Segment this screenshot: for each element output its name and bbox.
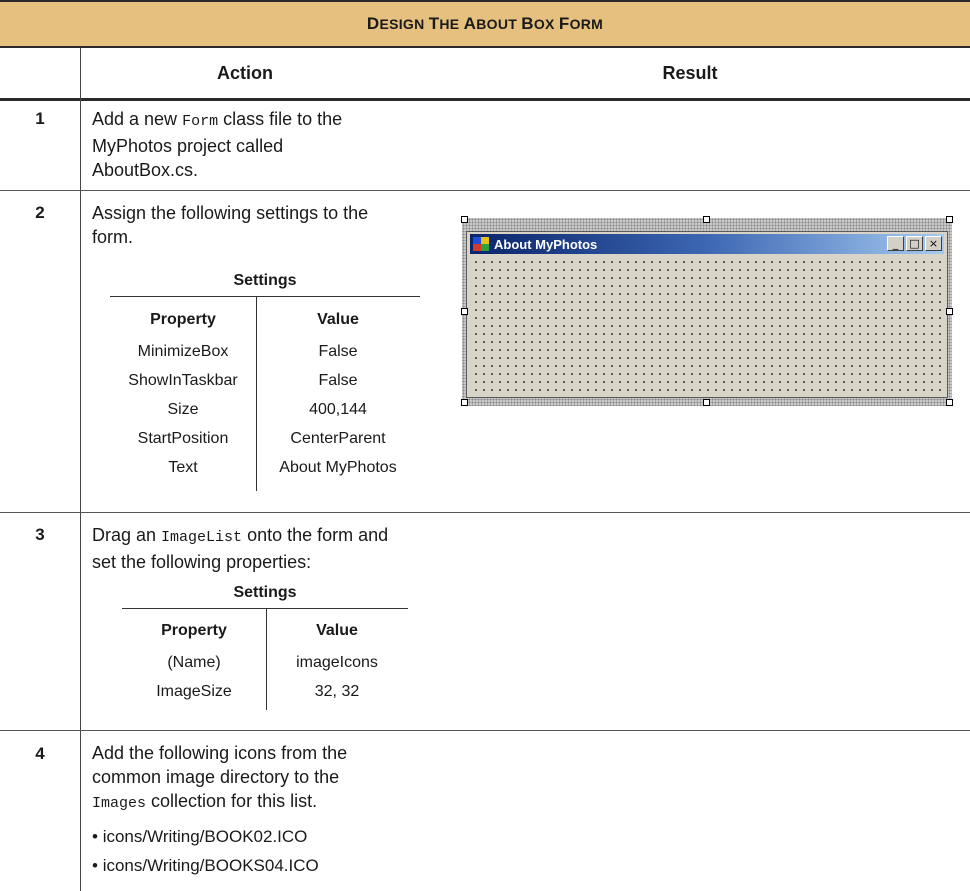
resize-handle-left[interactable] bbox=[461, 308, 468, 315]
step-number-3: 3 bbox=[35, 525, 45, 544]
step-number-2: 2 bbox=[35, 203, 45, 222]
step-3-code: ImageList bbox=[161, 529, 243, 546]
settings-property-cell: ShowInTaskbar bbox=[128, 372, 238, 389]
settings-header-property: Property bbox=[150, 311, 216, 328]
resize-handle-right[interactable] bbox=[946, 308, 953, 315]
settings-property-cell: MinimizeBox bbox=[137, 343, 229, 360]
minimize-icon[interactable]: _ bbox=[887, 236, 904, 251]
column-header-result: Result bbox=[662, 62, 718, 83]
settings-property-cell: StartPosition bbox=[137, 430, 229, 447]
row-rule-1 bbox=[0, 190, 970, 191]
resize-handle-top[interactable] bbox=[703, 216, 710, 223]
form-app-icon bbox=[472, 236, 490, 252]
close-icon[interactable]: × bbox=[925, 236, 942, 251]
settings-property-cell: ImageSize bbox=[156, 683, 232, 700]
resize-handle-bottom[interactable] bbox=[703, 399, 710, 406]
step-number-1: 1 bbox=[35, 109, 45, 128]
resize-handle-bottom-left[interactable] bbox=[461, 399, 468, 406]
step-1-code: Form bbox=[182, 113, 219, 130]
resize-handle-top-right[interactable] bbox=[946, 216, 953, 223]
maximize-icon[interactable]: □ bbox=[906, 236, 923, 251]
settings-value-cell: 400,144 bbox=[309, 401, 367, 418]
settings-rule-2 bbox=[110, 296, 420, 297]
settings-header-value: Value bbox=[317, 311, 359, 328]
settings-property-cell: Size bbox=[167, 401, 199, 418]
settings-header-property-3: Property bbox=[161, 622, 227, 639]
step-4-action: Add the following icons from the common … bbox=[92, 741, 390, 816]
table-title-band: DESIGN THE ABOUT BOX FORM bbox=[0, 0, 970, 48]
settings-value-cell: False bbox=[318, 343, 358, 360]
step-4-text-b: collection for this list. bbox=[146, 791, 318, 811]
step-1-text-a: Add a new bbox=[92, 109, 183, 129]
form-design-grid bbox=[470, 256, 944, 394]
form-designer-preview: About MyPhotos _ □ × bbox=[461, 216, 953, 406]
table-title: DESIGN THE ABOUT BOX FORM bbox=[366, 14, 604, 33]
settings-property-cell: Text bbox=[168, 459, 198, 476]
settings-rule-3 bbox=[122, 608, 408, 609]
form-title-bar: About MyPhotos _ □ × bbox=[470, 234, 944, 254]
header-rule bbox=[0, 98, 970, 101]
settings-header-value-3: Value bbox=[316, 622, 358, 639]
bullet-text: icons/Writing/BOOKS04.ICO bbox=[102, 856, 319, 875]
form-title-text: About MyPhotos bbox=[494, 236, 598, 252]
settings-value-cell: 32, 32 bbox=[314, 683, 360, 700]
about-form-window[interactable]: About MyPhotos _ □ × bbox=[466, 231, 948, 398]
step-1-action: Add a new Form class file to the MyPhoto… bbox=[92, 107, 390, 182]
settings-value-cell: imageIcons bbox=[296, 654, 378, 671]
settings-title-3: Settings bbox=[233, 584, 297, 601]
resize-handle-top-left[interactable] bbox=[461, 216, 468, 223]
row-rule-2 bbox=[0, 512, 970, 513]
settings-value-cell: False bbox=[318, 372, 358, 389]
resize-handle-bottom-right[interactable] bbox=[946, 399, 953, 406]
step-4-code: Images bbox=[92, 795, 147, 812]
step-3-action: Drag an ImageList onto the form and set … bbox=[92, 523, 390, 574]
step-number-4: 4 bbox=[35, 744, 45, 763]
settings-value-cell: CenterParent bbox=[290, 430, 386, 447]
settings-value-cell: About MyPhotos bbox=[279, 459, 397, 476]
row-rule-3 bbox=[0, 730, 970, 731]
form-caption-buttons: _ □ × bbox=[887, 236, 942, 251]
column-divider-number bbox=[80, 48, 81, 891]
step-2-action: Assign the following settings to the for… bbox=[92, 203, 369, 247]
bullet-item: • icons/Writing/BOOK02.ICO bbox=[92, 827, 308, 846]
bullet-item: • icons/Writing/BOOKS04.ICO bbox=[92, 856, 319, 875]
step-3-text-a: Drag an bbox=[92, 525, 162, 545]
settings-title-2: Settings bbox=[233, 272, 297, 289]
step-4-text-a: Add the following icons from the common … bbox=[92, 743, 348, 787]
settings-property-cell: (Name) bbox=[167, 654, 221, 671]
column-header-action: Action bbox=[217, 62, 273, 83]
bullet-text: icons/Writing/BOOK02.ICO bbox=[102, 827, 308, 846]
